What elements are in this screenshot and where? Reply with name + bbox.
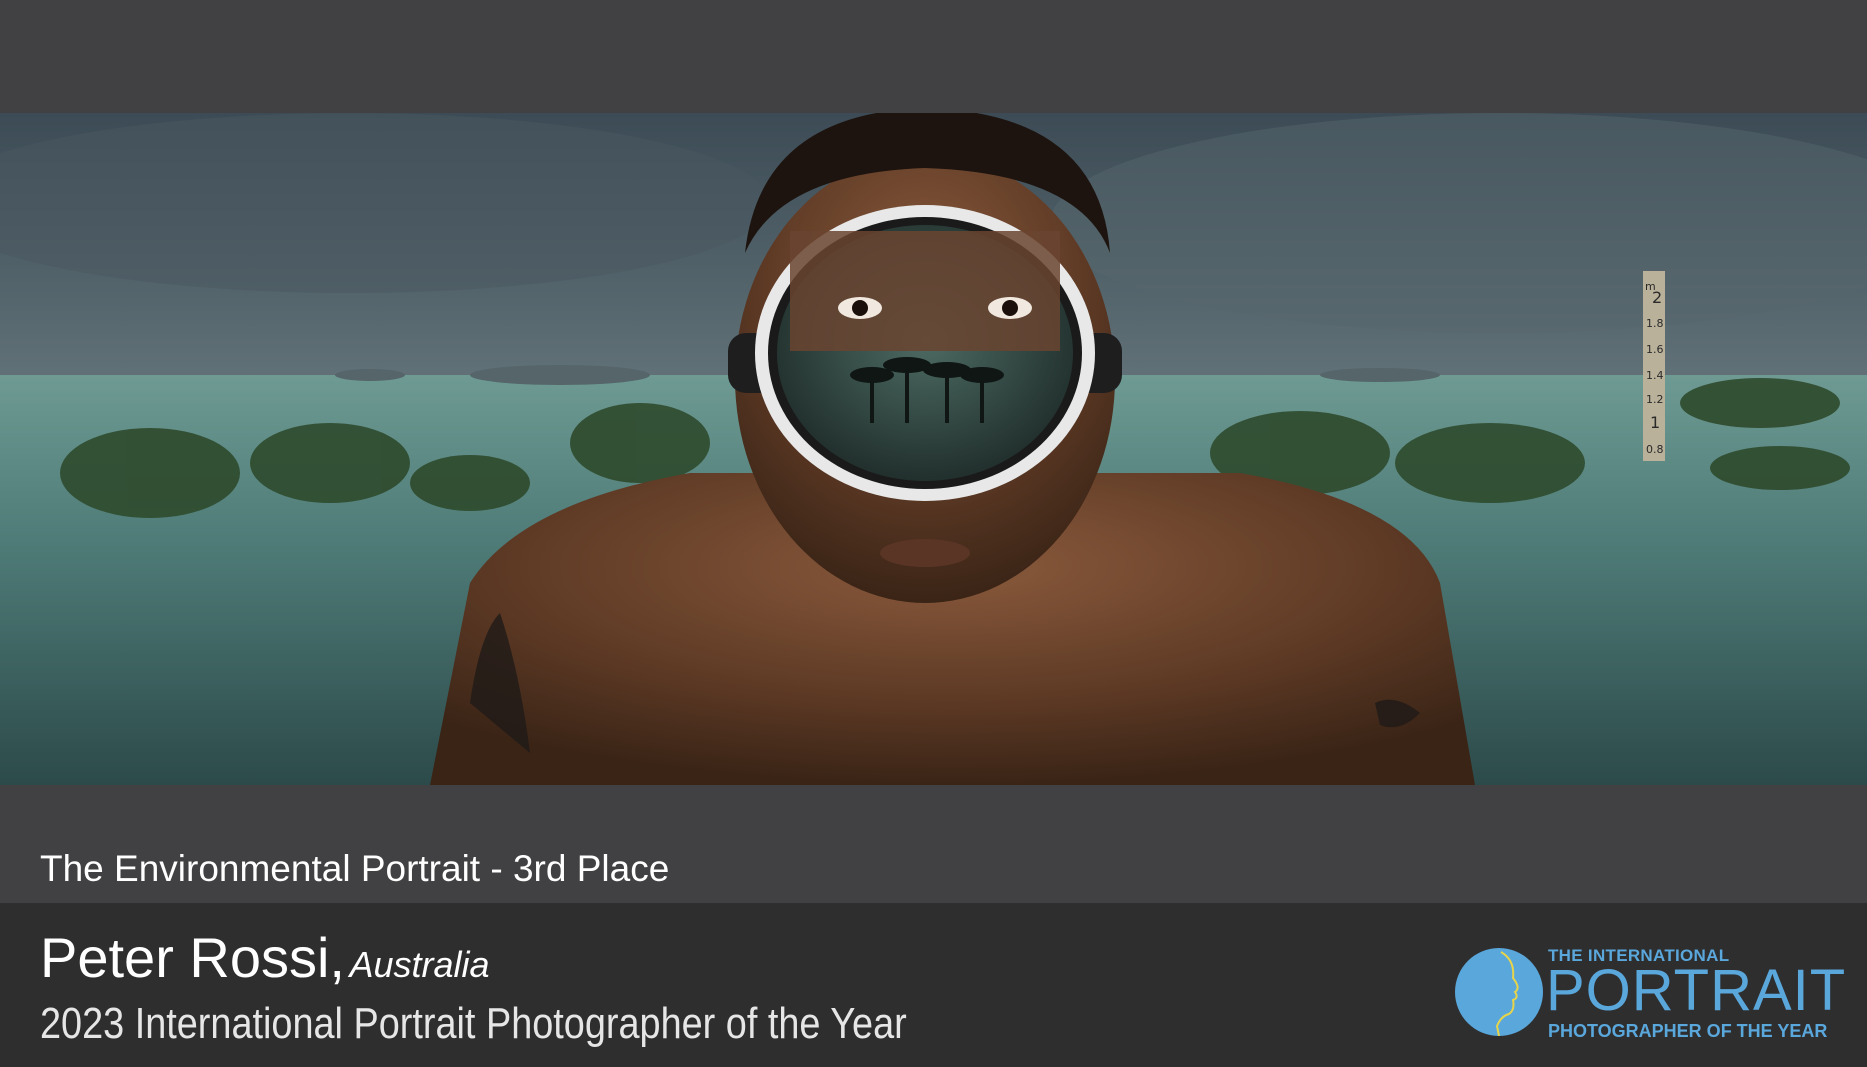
gauge-mark-1-4: 1.4 — [1646, 369, 1664, 382]
gauge-mark-1-6: 1.6 — [1646, 343, 1664, 356]
gauge-mark-0-8: 0.8 — [1646, 443, 1664, 456]
portrait-photo-illustration: m 2 1.8 1.6 1.4 1.2 1 0.8 — [0, 113, 1867, 785]
gauge-mark-2: 2 — [1652, 288, 1662, 307]
photographer-name: Peter Rossi, — [40, 926, 345, 989]
category-title: The Environmental Portrait - 3rd Place — [40, 848, 670, 889]
logo-line-2: PORTRAIT — [1546, 958, 1847, 1023]
footer-bar: Peter Rossi, Australia 2023 Internationa… — [0, 903, 1867, 1067]
portrait-photo: m 2 1.8 1.6 1.4 1.2 1 0.8 — [0, 113, 1867, 785]
award-title: 2023 International Portrait Photographer… — [40, 999, 907, 1048]
gauge-mark-1-8: 1.8 — [1646, 317, 1664, 330]
photographer-country: Australia — [349, 944, 490, 985]
logo-line-3: PHOTOGRAPHER OF THE YEAR — [1548, 1021, 1828, 1041]
gauge-mark-1: 1 — [1650, 413, 1660, 432]
award-slide: m 2 1.8 1.6 1.4 1.2 1 0.8 The Environmen… — [0, 0, 1867, 1067]
ipoty-logo: THE INTERNATIONAL PORTRAIT PHOTOGRAPHER … — [1453, 944, 1853, 1044]
logo-profile-icon — [1455, 948, 1543, 1037]
logo-profile-silhouette-icon — [1495, 951, 1519, 1037]
winner-line: Peter Rossi, Australia — [40, 925, 490, 990]
gauge-mark-1-2: 1.2 — [1646, 393, 1664, 406]
